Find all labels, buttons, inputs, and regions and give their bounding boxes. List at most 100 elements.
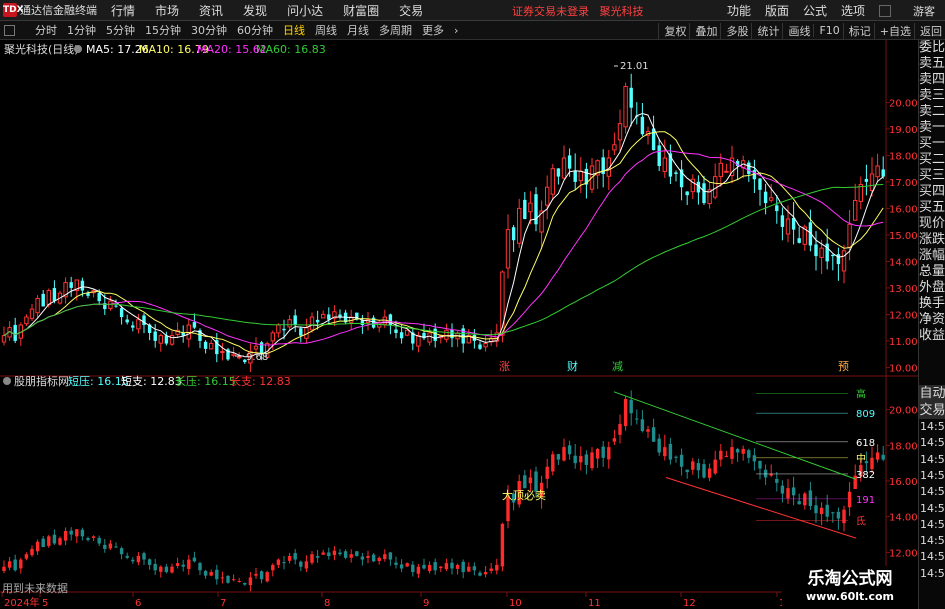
main-candle-up	[321, 313, 326, 319]
ind-candle-down	[814, 505, 818, 514]
period-multi[interactable]: 多周期	[379, 22, 412, 38]
side-net-asset[interactable]: 净资	[919, 312, 945, 328]
main-candle-down	[685, 191, 689, 196]
indicator-settings-icon[interactable]	[3, 377, 11, 385]
menu-hangqing[interactable]: 行情	[111, 2, 135, 19]
toolbar-toggle-icon[interactable]	[4, 24, 15, 36]
side-change-pct[interactable]: 涨幅	[919, 248, 945, 264]
window-control-icon[interactable]	[879, 4, 891, 17]
side-sell5[interactable]: 卖五	[919, 56, 945, 72]
ind-candle-up	[618, 423, 622, 435]
ind-candle-up	[332, 550, 337, 556]
period-1min[interactable]: 1分钟	[67, 22, 96, 38]
event-marker-yu[interactable]: 预	[838, 360, 849, 373]
ind-candle-down	[523, 475, 527, 489]
period-15min[interactable]: 15分钟	[145, 22, 181, 38]
ind-candle-up	[528, 477, 533, 484]
period-30min[interactable]: 30分钟	[191, 22, 227, 38]
btn-add-watchlist[interactable]: +自选	[873, 22, 911, 39]
event-marker-jian[interactable]: 减	[612, 360, 623, 373]
side-price[interactable]: 现价	[919, 216, 945, 232]
ind-candle-up	[321, 552, 325, 555]
main-candle-down	[814, 244, 818, 257]
ind-candle-down	[775, 478, 779, 483]
main-candle-up	[578, 170, 583, 182]
settings-icon[interactable]	[74, 45, 82, 53]
ind-candle-up	[500, 523, 505, 567]
main-candle-down	[651, 128, 656, 151]
ind-candle-down	[371, 554, 376, 562]
menu-right: 功能 版面 公式 选项 游客	[727, 0, 945, 21]
side-change[interactable]: 涨跌	[919, 232, 945, 248]
period-monthly[interactable]: 月线	[347, 22, 369, 38]
menu-gongneng[interactable]: 功能	[727, 2, 751, 19]
btn-biaoji[interactable]: 标记	[842, 22, 871, 39]
ind-candle-down	[181, 564, 185, 567]
ind-candle-down	[203, 570, 208, 576]
side-weibi[interactable]: 委比	[919, 40, 945, 56]
main-candle-down	[640, 116, 645, 135]
ind-candle-up	[366, 556, 370, 558]
menu-jiaoyi[interactable]: 交易	[399, 2, 423, 19]
side-sell1[interactable]: 卖一	[919, 120, 945, 136]
btn-f10[interactable]: F10	[813, 24, 840, 37]
ind-candle-down	[69, 530, 73, 535]
side-sell3[interactable]: 卖三	[919, 88, 945, 104]
side-buy5[interactable]: 买五	[919, 200, 945, 216]
menu-shichang[interactable]: 市场	[155, 2, 179, 19]
menu-xuanxiang[interactable]: 选项	[841, 2, 865, 19]
ind-candle-down	[881, 454, 885, 460]
btn-duogu[interactable]: 多股	[720, 22, 748, 39]
period-weekly[interactable]: 周线	[315, 22, 337, 38]
ind-candle-up	[2, 566, 6, 572]
period-more[interactable]: 更多	[422, 22, 444, 38]
main-candle-down	[192, 322, 197, 328]
x-tick-label: 5	[42, 598, 48, 609]
ind-candle-up	[108, 543, 113, 549]
menu-gongshi[interactable]: 公式	[803, 2, 827, 19]
chevron-right-icon[interactable]: ›	[454, 24, 458, 37]
btn-tongji[interactable]: 统计	[751, 22, 779, 39]
period-5min[interactable]: 5分钟	[106, 22, 135, 38]
auto-trade-tab[interactable]: 自动交易	[919, 385, 945, 419]
side-buy4[interactable]: 买四	[919, 184, 945, 200]
side-buy2[interactable]: 买二	[919, 152, 945, 168]
side-buy3[interactable]: 买三	[919, 168, 945, 184]
side-buy1[interactable]: 买一	[919, 136, 945, 152]
event-marker-zhang[interactable]: 涨	[499, 360, 510, 373]
side-outer[interactable]: 外盘	[919, 280, 945, 296]
btn-back[interactable]: 返回	[914, 22, 942, 39]
period-fenshi[interactable]: 分时	[35, 22, 57, 38]
main-candle-down	[13, 324, 17, 341]
ind-candle-down	[758, 460, 762, 469]
event-marker-cai[interactable]: 财	[567, 359, 578, 373]
ind-candle-down	[198, 563, 202, 571]
menu-banmian[interactable]: 版面	[765, 2, 789, 19]
side-sell2[interactable]: 卖二	[919, 104, 945, 120]
changzhi-label: 长支: 12.83	[230, 375, 291, 388]
btn-fuquan[interactable]: 复权	[658, 22, 686, 39]
duanya-label: 短压: 16.15	[68, 374, 129, 388]
trade-status-notice[interactable]: 证券交易未登录 聚光科技	[512, 3, 644, 19]
menu-faxian[interactable]: 发现	[243, 2, 267, 19]
period-daily[interactable]: 日线	[283, 22, 305, 38]
btn-diejia[interactable]: 叠加	[689, 22, 717, 39]
period-60min[interactable]: 60分钟	[237, 22, 273, 38]
side-volume[interactable]: 总量	[919, 264, 945, 280]
side-turnover[interactable]: 换手	[919, 296, 945, 312]
menu-wenxiaoda[interactable]: 问小达	[287, 2, 323, 19]
menu-zixun[interactable]: 资讯	[199, 2, 223, 19]
ind-candle-down	[119, 548, 124, 555]
ind-candle-up	[170, 566, 174, 573]
kline-chart[interactable]: 高 809 618 中 382 191 氐 10.00 11.00 12.00 13.00 14.0…	[0, 40, 918, 609]
menu-caifuquan[interactable]: 财富圈	[343, 2, 379, 19]
ind-candle-up	[35, 541, 40, 552]
side-sell4[interactable]: 卖四	[919, 72, 945, 88]
btn-huaxian[interactable]: 画线	[782, 22, 810, 39]
watermark-logo: 乐淘公式网 www.60lt.com	[782, 566, 918, 609]
guest-label[interactable]: 游客	[913, 3, 935, 19]
ind-candle-down	[573, 455, 577, 464]
side-earnings[interactable]: 收益	[919, 328, 945, 344]
main-candle-up	[847, 223, 852, 248]
main-candle-down	[97, 292, 101, 302]
